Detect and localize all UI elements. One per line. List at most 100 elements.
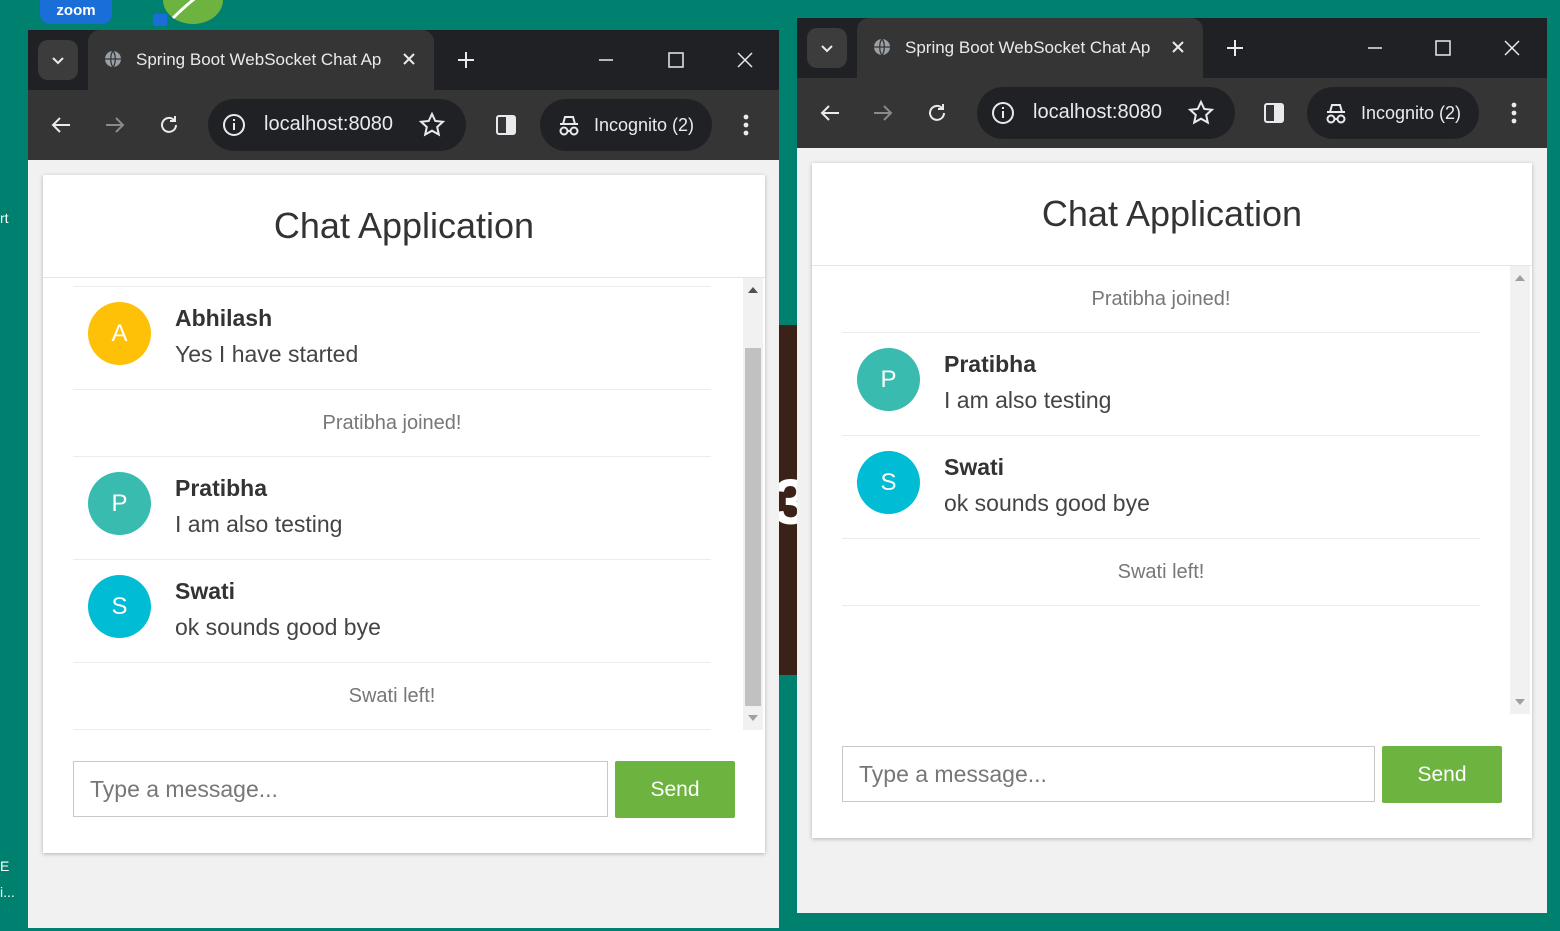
arrow-down-icon [748,715,758,721]
side-panel-button[interactable] [486,105,526,145]
side-panel-icon [496,115,516,135]
message-list: Pratibha joined! P Pratibha I am also te… [842,266,1480,606]
new-tab-button[interactable] [1220,33,1250,63]
plus-icon [1227,40,1243,56]
minimize-button[interactable] [1355,28,1395,68]
message-sender: Pratibha [944,351,1037,377]
message-scrollbar[interactable] [743,278,763,730]
chat-message: S Swati ok sounds good bye [73,560,711,663]
incognito-label: Incognito (2) [594,115,695,135]
tab-close-button[interactable] [398,48,420,70]
message-form: Send [842,746,1502,804]
reload-button[interactable] [149,105,189,145]
browser-tab[interactable]: Spring Boot WebSocket Chat Ap [857,18,1203,78]
side-panel-icon [1264,103,1284,123]
arrow-right-icon [874,105,893,121]
site-info-icon[interactable] [222,113,246,137]
avatar: P [857,348,920,411]
chat-header: Chat Application [812,163,1532,266]
menu-button[interactable] [726,105,766,145]
scroll-up-arrow[interactable] [1510,270,1530,286]
address-bar[interactable]: localhost:8080 [208,99,466,151]
tab-close-button[interactable] [1167,36,1189,58]
scroll-down-arrow[interactable] [1510,694,1530,710]
globe-icon [874,38,890,56]
menu-button[interactable] [1494,93,1534,133]
site-info-icon[interactable] [991,101,1015,125]
message-list: A Abhilash Yes I have started Pratibha j… [73,286,711,730]
scroll-up-arrow[interactable] [743,282,763,298]
side-panel-button[interactable] [1254,93,1294,133]
more-vert-icon [743,114,749,136]
reload-button[interactable] [917,93,957,133]
message-area[interactable]: A Abhilash Yes I have started Pratibha j… [43,278,765,730]
chat-message: P Pratibha I am also testing [73,457,711,560]
browser-toolbar: localhost:8080 Incognito (2) [28,90,779,160]
send-button[interactable]: Send [1382,746,1502,803]
incognito-icon [1326,104,1346,124]
close-icon [1504,40,1520,56]
chevron-down-icon [52,57,64,65]
scrollbar-thumb[interactable] [745,348,761,706]
minimize-button[interactable] [586,40,626,80]
maximize-icon [1435,40,1451,56]
tab-strip: Spring Boot WebSocket Chat Ap [28,30,779,90]
maximize-button[interactable] [656,40,696,80]
avatar: A [88,302,151,365]
chat-container: Chat Application Pratibha joined! P Prat… [812,163,1532,838]
message-area[interactable]: Pratibha joined! P Pratibha I am also te… [812,266,1532,714]
chevron-down-icon [821,45,833,53]
avatar: P [88,472,151,535]
browser-tab[interactable]: Spring Boot WebSocket Chat Ap [88,30,434,90]
chat-title: Chat Application [1041,193,1303,234]
event-message: Pratibha joined! [842,266,1480,333]
tab-search-button[interactable] [807,28,847,68]
send-button[interactable]: Send [615,761,735,818]
message-text: Yes I have started [175,341,359,367]
arrow-right-icon [106,117,125,133]
plus-icon [458,52,474,68]
incognito-button[interactable]: Incognito (2) [1307,87,1479,139]
message-text: ok sounds good bye [175,614,381,640]
message-sender: Swati [944,454,1005,480]
event-message: Swati left! [73,663,711,730]
message-text: I am also testing [944,387,1112,413]
minimize-icon [599,59,613,61]
desktop-label-fragment: i... [0,884,15,900]
message-input[interactable] [73,761,608,817]
reload-icon [161,116,177,133]
scroll-down-arrow[interactable] [743,710,763,726]
message-input[interactable] [842,746,1375,802]
zoom-app-icon[interactable]: zoom [40,0,112,24]
event-message: Pratibha joined! [73,390,711,457]
close-icon [403,53,415,65]
globe-icon [105,50,121,68]
maximize-button[interactable] [1423,28,1463,68]
background-window-strip: 3 [773,325,809,675]
back-button[interactable] [810,93,850,133]
address-bar[interactable]: localhost:8080 [977,87,1235,139]
forward-button[interactable] [863,93,903,133]
back-button[interactable] [41,105,81,145]
tab-search-button[interactable] [38,40,78,80]
arrow-up-icon [748,287,758,293]
arrow-left-icon [51,117,70,133]
new-tab-button[interactable] [451,45,481,75]
message-scrollbar[interactable] [1510,266,1530,714]
close-window-button[interactable] [725,40,765,80]
browser-window-1: Spring Boot WebSocket Chat Ap localhost:… [28,30,779,928]
close-window-button[interactable] [1492,28,1532,68]
maximize-icon [668,52,684,68]
desktop-label-fragment: rt [0,210,9,226]
message-sender: Pratibha [175,475,268,501]
incognito-button[interactable]: Incognito (2) [540,99,712,151]
spring-leaf-icon[interactable] [153,0,223,26]
incognito-label: Incognito (2) [1361,103,1462,123]
star-icon[interactable] [418,111,446,139]
more-vert-icon [1511,102,1517,124]
star-icon[interactable] [1187,99,1215,127]
forward-button[interactable] [95,105,135,145]
chat-title: Chat Application [273,205,535,246]
browser-toolbar: localhost:8080 Incognito (2) [797,78,1547,148]
message-sender: Abhilash [175,305,273,331]
